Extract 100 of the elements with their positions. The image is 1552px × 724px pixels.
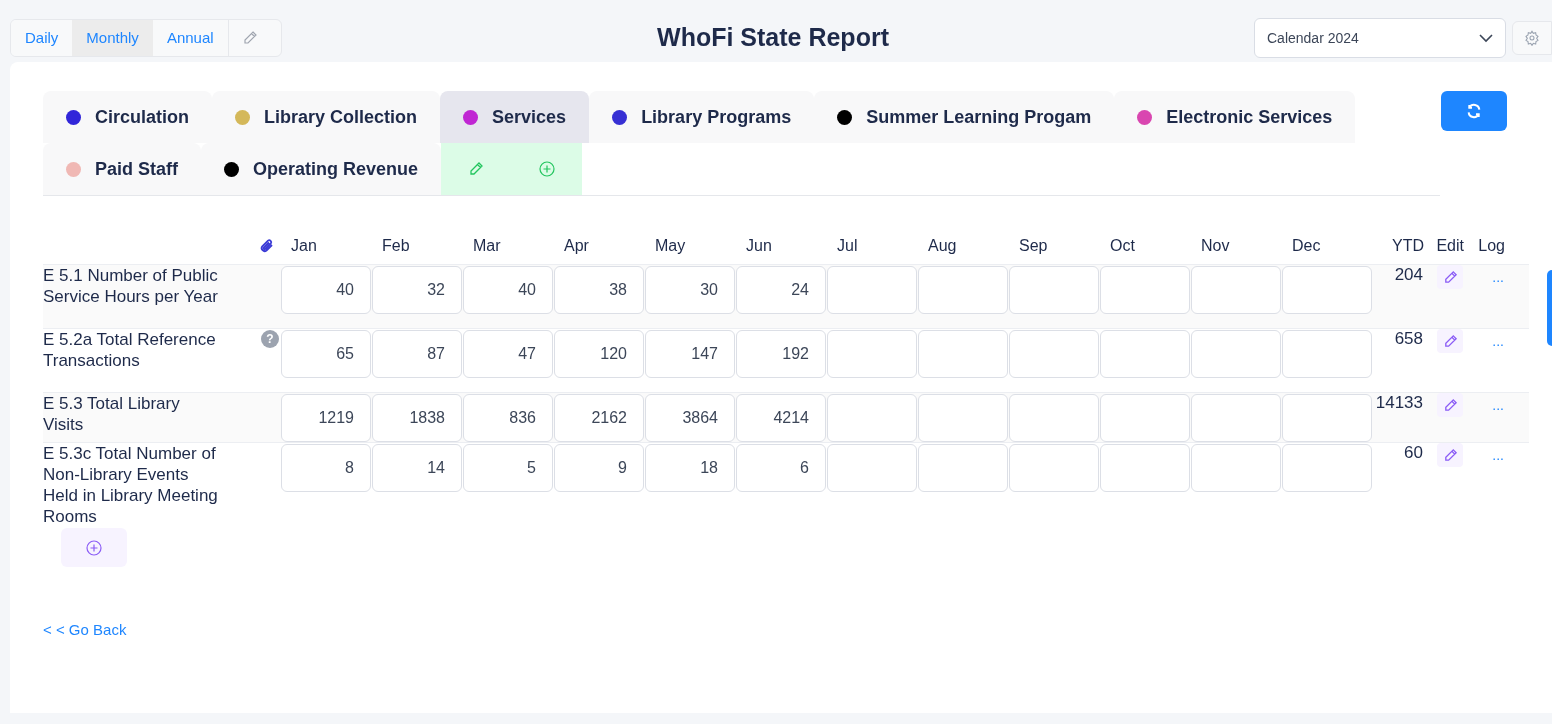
log-button[interactable]: ... xyxy=(1492,445,1504,465)
log-button[interactable]: ... xyxy=(1492,331,1504,351)
pencil-icon xyxy=(1442,447,1458,463)
row-label: E 5.1 Number of Public Service Hours per Year xyxy=(43,265,219,307)
column-header: Jun xyxy=(746,237,772,254)
category-tab[interactable]: Services xyxy=(440,91,590,143)
month-input[interactable] xyxy=(1191,266,1281,314)
month-input[interactable] xyxy=(1282,330,1372,378)
column-header: Nov xyxy=(1201,237,1230,254)
month-input[interactable] xyxy=(1282,394,1372,442)
month-input[interactable] xyxy=(1191,444,1281,492)
page-title: WhoFi State Report xyxy=(656,22,889,54)
month-input[interactable]: 1219 xyxy=(281,394,371,442)
settings-icon xyxy=(1524,30,1540,46)
pencil-icon xyxy=(242,30,259,46)
go-back-link[interactable]: < < Go Back xyxy=(43,619,127,642)
period-select[interactable]: Calendar 2024 xyxy=(1254,18,1506,58)
column-header: Aug xyxy=(928,237,957,254)
column-header: Log xyxy=(1478,236,1505,256)
month-input[interactable]: 8 xyxy=(281,444,371,492)
ytd-value: 60 xyxy=(1404,443,1423,463)
category-tab[interactable]: Summer Learning Progam xyxy=(814,91,1115,143)
month-input[interactable]: 32 xyxy=(372,266,462,314)
refresh-button[interactable] xyxy=(1441,91,1507,131)
month-input[interactable]: 3864 xyxy=(645,394,735,442)
month-input[interactable]: 18 xyxy=(645,444,735,492)
month-input[interactable] xyxy=(1009,330,1099,378)
month-input[interactable] xyxy=(827,330,917,378)
pencil-icon xyxy=(468,161,485,177)
add-circle-icon xyxy=(538,161,555,177)
column-header: YTD xyxy=(1392,236,1424,256)
category-tab[interactable]: Circulation xyxy=(43,91,212,143)
ytd-value: 14133 xyxy=(1375,393,1423,413)
month-input[interactable]: 2162 xyxy=(554,394,644,442)
edit-row-button[interactable] xyxy=(1437,265,1463,289)
column-header: Oct xyxy=(1110,237,1135,254)
month-input[interactable] xyxy=(1009,444,1099,492)
column-header: Sep xyxy=(1019,237,1048,254)
month-input[interactable]: 4214 xyxy=(736,394,826,442)
column-header: Edit xyxy=(1436,236,1464,256)
log-button[interactable]: ... xyxy=(1492,395,1504,415)
month-input[interactable] xyxy=(1100,266,1190,314)
month-input[interactable] xyxy=(827,444,917,492)
column-header: Feb xyxy=(382,237,410,254)
month-input[interactable] xyxy=(827,266,917,314)
category-tab[interactable]: Library Programs xyxy=(589,91,815,143)
month-input[interactable] xyxy=(1009,394,1099,442)
month-input[interactable]: 120 xyxy=(554,330,644,378)
month-input[interactable]: 6 xyxy=(736,444,826,492)
month-input[interactable]: 1838 xyxy=(372,394,462,442)
month-input[interactable] xyxy=(918,330,1008,378)
edit-row-button[interactable] xyxy=(1437,443,1463,467)
column-header: Apr xyxy=(564,237,589,254)
category-tab[interactable]: Paid Staff xyxy=(43,143,201,195)
month-input[interactable]: 5 xyxy=(463,444,553,492)
month-input[interactable] xyxy=(918,266,1008,314)
row-label: E 5.2a Total Reference Transactions xyxy=(43,329,217,371)
category-tab[interactable]: Library Collection xyxy=(212,91,441,143)
log-button[interactable]: ... xyxy=(1492,267,1504,287)
ytd-value: 658 xyxy=(1394,329,1423,349)
month-input[interactable]: 47 xyxy=(463,330,553,378)
month-input[interactable]: 40 xyxy=(463,266,553,314)
settings-button[interactable] xyxy=(1512,21,1552,55)
month-input[interactable] xyxy=(1100,394,1190,442)
month-input[interactable] xyxy=(1191,394,1281,442)
month-input[interactable] xyxy=(827,394,917,442)
month-input[interactable]: 147 xyxy=(645,330,735,378)
add-circle-icon xyxy=(86,539,102,556)
month-input[interactable]: 14 xyxy=(372,444,462,492)
category-tab[interactable]: Operating Revenue xyxy=(201,143,442,195)
category-tab[interactable]: Electronic Services xyxy=(1114,91,1356,143)
month-input[interactable] xyxy=(1191,330,1281,378)
month-input[interactable] xyxy=(918,394,1008,442)
month-input[interactable]: 24 xyxy=(736,266,826,314)
month-input[interactable]: 836 xyxy=(463,394,553,442)
month-input[interactable]: 30 xyxy=(645,266,735,314)
side-handle[interactable] xyxy=(1547,270,1552,346)
month-input[interactable]: 87 xyxy=(372,330,462,378)
edit-row-button[interactable] xyxy=(1437,329,1463,353)
month-input[interactable] xyxy=(1282,444,1372,492)
edit-categories-button[interactable] xyxy=(441,143,512,195)
month-input[interactable] xyxy=(1100,330,1190,378)
month-input[interactable]: 65 xyxy=(281,330,371,378)
month-input[interactable]: 40 xyxy=(281,266,371,314)
month-input[interactable] xyxy=(918,444,1008,492)
month-input[interactable] xyxy=(1282,266,1372,314)
month-input[interactable]: 9 xyxy=(554,444,644,492)
month-input[interactable] xyxy=(1100,444,1190,492)
add-category-button[interactable] xyxy=(511,143,583,195)
month-input[interactable]: 192 xyxy=(736,330,826,378)
refresh-icon xyxy=(1466,103,1482,119)
column-header: Jul xyxy=(837,237,858,254)
row-label: E 5.3c Total Number of Non-Library Events Held in Library Meeting Rooms xyxy=(43,443,219,527)
column-header: May xyxy=(655,237,686,254)
paperclip-icon[interactable] xyxy=(259,237,275,255)
edit-row-button[interactable] xyxy=(1437,393,1463,417)
month-input[interactable]: 38 xyxy=(554,266,644,314)
add-row-button[interactable] xyxy=(61,528,127,567)
column-header: Dec xyxy=(1292,237,1321,254)
month-input[interactable] xyxy=(1009,266,1099,314)
